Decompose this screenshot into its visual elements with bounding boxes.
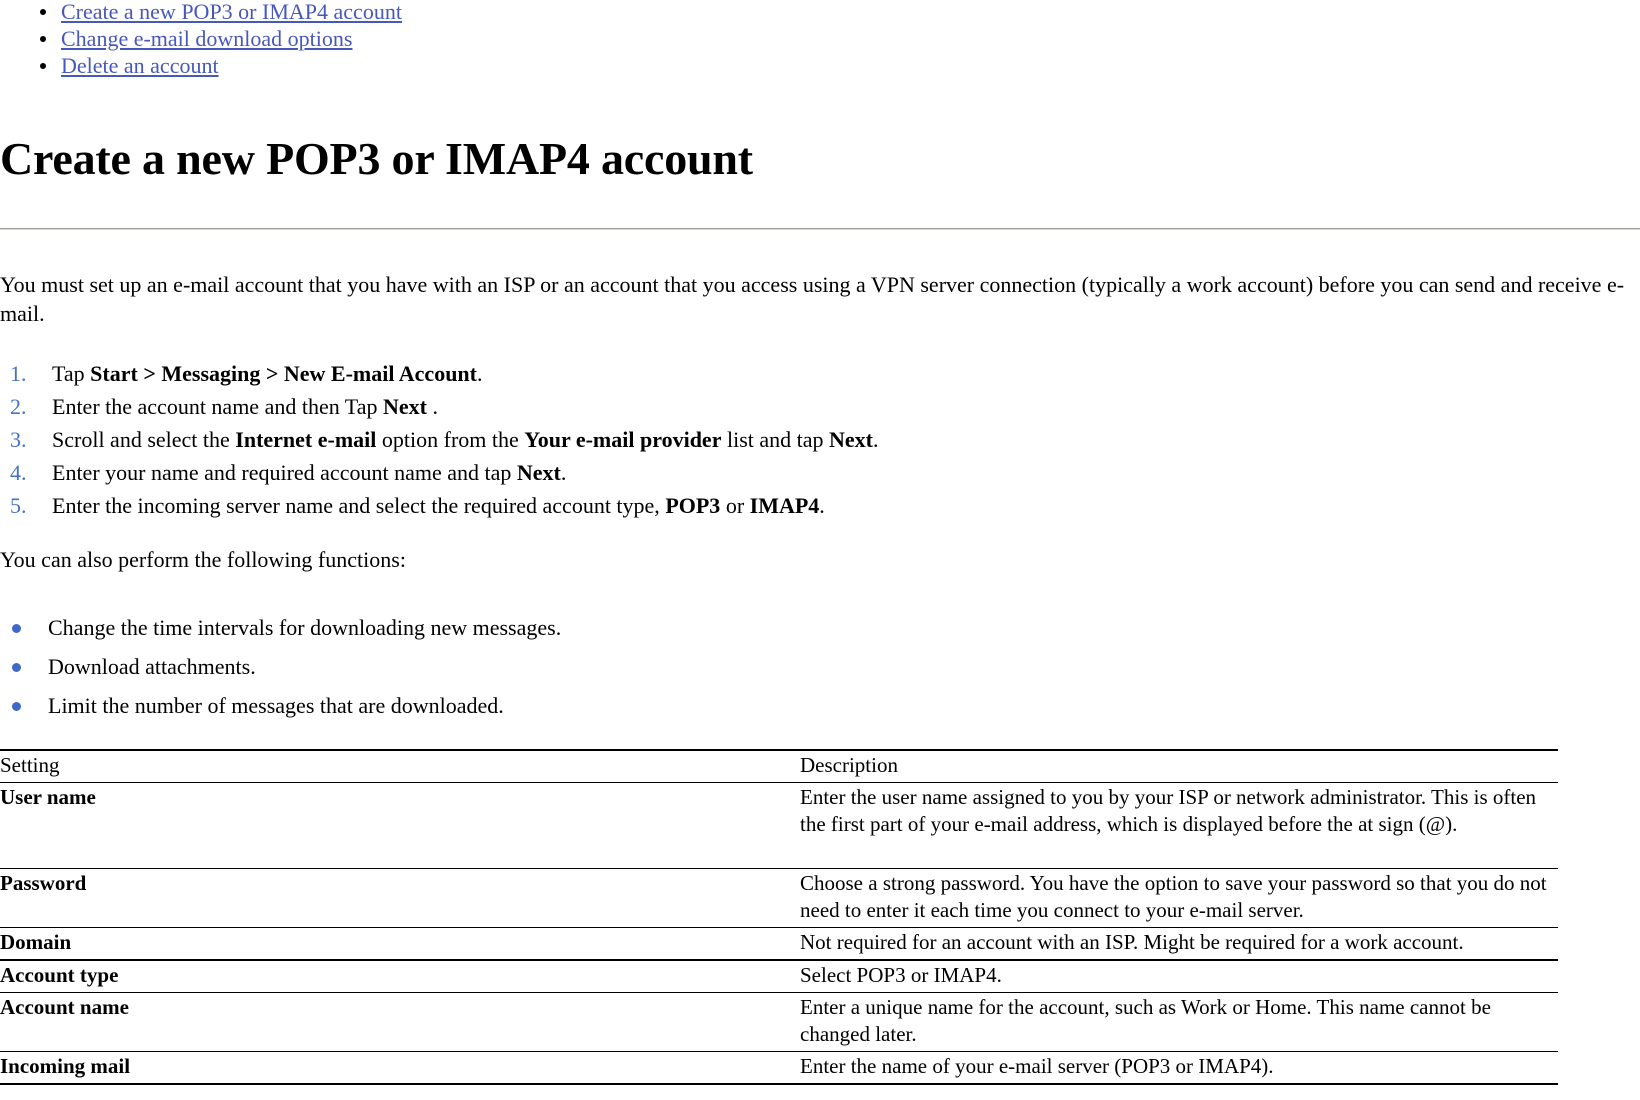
step-text: Tap Start > Messaging > New E-mail Accou… bbox=[52, 361, 483, 386]
table-row: User name Enter the user name assigned t… bbox=[0, 782, 1558, 869]
list-item: 3. Scroll and select the Internet e-mail… bbox=[0, 423, 1640, 456]
list-item: Change the time intervals for downloadin… bbox=[0, 608, 1640, 647]
step-number: 3. bbox=[10, 427, 27, 452]
step-text: Enter the account name and then Tap Next… bbox=[52, 394, 438, 419]
list-item: 4. Enter your name and required account … bbox=[0, 456, 1640, 489]
setting-name: Password bbox=[0, 868, 790, 928]
list-item-label: Download attachments. bbox=[48, 654, 256, 679]
bullet-icon bbox=[12, 624, 21, 633]
setting-name: Account type bbox=[0, 960, 790, 993]
column-header-setting: Setting bbox=[0, 749, 790, 783]
list-item: Download attachments. bbox=[0, 647, 1640, 686]
steps-list: 1. Tap Start > Messaging > New E-mail Ac… bbox=[0, 357, 1640, 522]
bullet-icon bbox=[40, 63, 46, 69]
bullet-icon bbox=[40, 9, 46, 15]
list-item-label: Change the time intervals for downloadin… bbox=[48, 615, 562, 640]
bullet-icon bbox=[40, 36, 46, 42]
setting-name: Incoming mail bbox=[0, 1051, 790, 1085]
toc-link-download-options[interactable]: Change e-mail download options bbox=[61, 26, 352, 51]
step-number: 2. bbox=[10, 394, 27, 419]
intro-paragraph: You must set up an e-mail account that y… bbox=[0, 272, 1625, 326]
table-header-row: Setting Description bbox=[0, 749, 1558, 783]
setting-description: Enter the user name assigned to you by y… bbox=[790, 782, 1558, 869]
table-row: Domain Not required for an account with … bbox=[0, 927, 1558, 961]
setting-name: Domain bbox=[0, 927, 790, 961]
setting-description: Not required for an account with an ISP.… bbox=[790, 927, 1558, 961]
list-item: 5. Enter the incoming server name and se… bbox=[0, 489, 1640, 522]
list-item: Change e-mail download options bbox=[0, 25, 1640, 52]
table-body: User name Enter the user name assigned t… bbox=[0, 782, 1558, 1085]
step-number: 5. bbox=[10, 493, 27, 518]
settings-table: Setting Description User name Enter the … bbox=[0, 749, 1558, 1085]
bullet-icon bbox=[12, 663, 21, 672]
list-item: 2. Enter the account name and then Tap N… bbox=[0, 390, 1640, 423]
setting-name: User name bbox=[0, 782, 790, 869]
setting-description: Enter a unique name for the account, suc… bbox=[790, 992, 1558, 1052]
table-row: Account type Select POP3 or IMAP4. bbox=[0, 960, 1558, 993]
toc-link-create-account[interactable]: Create a new POP3 or IMAP4 account bbox=[61, 0, 402, 24]
list-item-label: Limit the number of messages that are do… bbox=[48, 693, 504, 718]
column-header-description: Description bbox=[790, 749, 1558, 783]
step-text: Enter the incoming server name and selec… bbox=[52, 493, 825, 518]
list-item: Limit the number of messages that are do… bbox=[0, 686, 1640, 725]
list-item: 1. Tap Start > Messaging > New E-mail Ac… bbox=[0, 357, 1640, 390]
step-text: Enter your name and required account nam… bbox=[52, 460, 567, 485]
setting-description: Select POP3 or IMAP4. bbox=[790, 960, 1558, 993]
step-text: Scroll and select the Internet e-mail op… bbox=[52, 427, 879, 452]
step-number: 4. bbox=[10, 460, 27, 485]
step-number: 1. bbox=[10, 361, 27, 386]
heading-divider bbox=[0, 228, 1640, 230]
list-item: Delete an account bbox=[0, 52, 1640, 79]
page-title: Create a new POP3 or IMAP4 account bbox=[0, 133, 753, 184]
table-row: Incoming mail Enter the name of your e-m… bbox=[0, 1051, 1558, 1085]
functions-intro-paragraph: You can also perform the following funct… bbox=[0, 547, 406, 572]
table-row: Account name Enter a unique name for the… bbox=[0, 992, 1558, 1052]
table-row: Password Choose a strong password. You h… bbox=[0, 868, 1558, 928]
document-page: Create a new POP3 or IMAP4 account Chang… bbox=[0, 0, 1640, 1100]
list-item: Create a new POP3 or IMAP4 account bbox=[0, 0, 1640, 25]
toc-link-delete-account[interactable]: Delete an account bbox=[61, 53, 219, 78]
toc-link-list: Create a new POP3 or IMAP4 account Chang… bbox=[0, 0, 1640, 79]
table-header: Setting Description bbox=[0, 749, 1558, 783]
setting-name: Account name bbox=[0, 992, 790, 1052]
setting-description: Enter the name of your e-mail server (PO… bbox=[790, 1051, 1558, 1085]
setting-description: Choose a strong password. You have the o… bbox=[790, 868, 1558, 928]
functions-list: Change the time intervals for downloadin… bbox=[0, 608, 1640, 725]
bullet-icon bbox=[12, 702, 21, 711]
